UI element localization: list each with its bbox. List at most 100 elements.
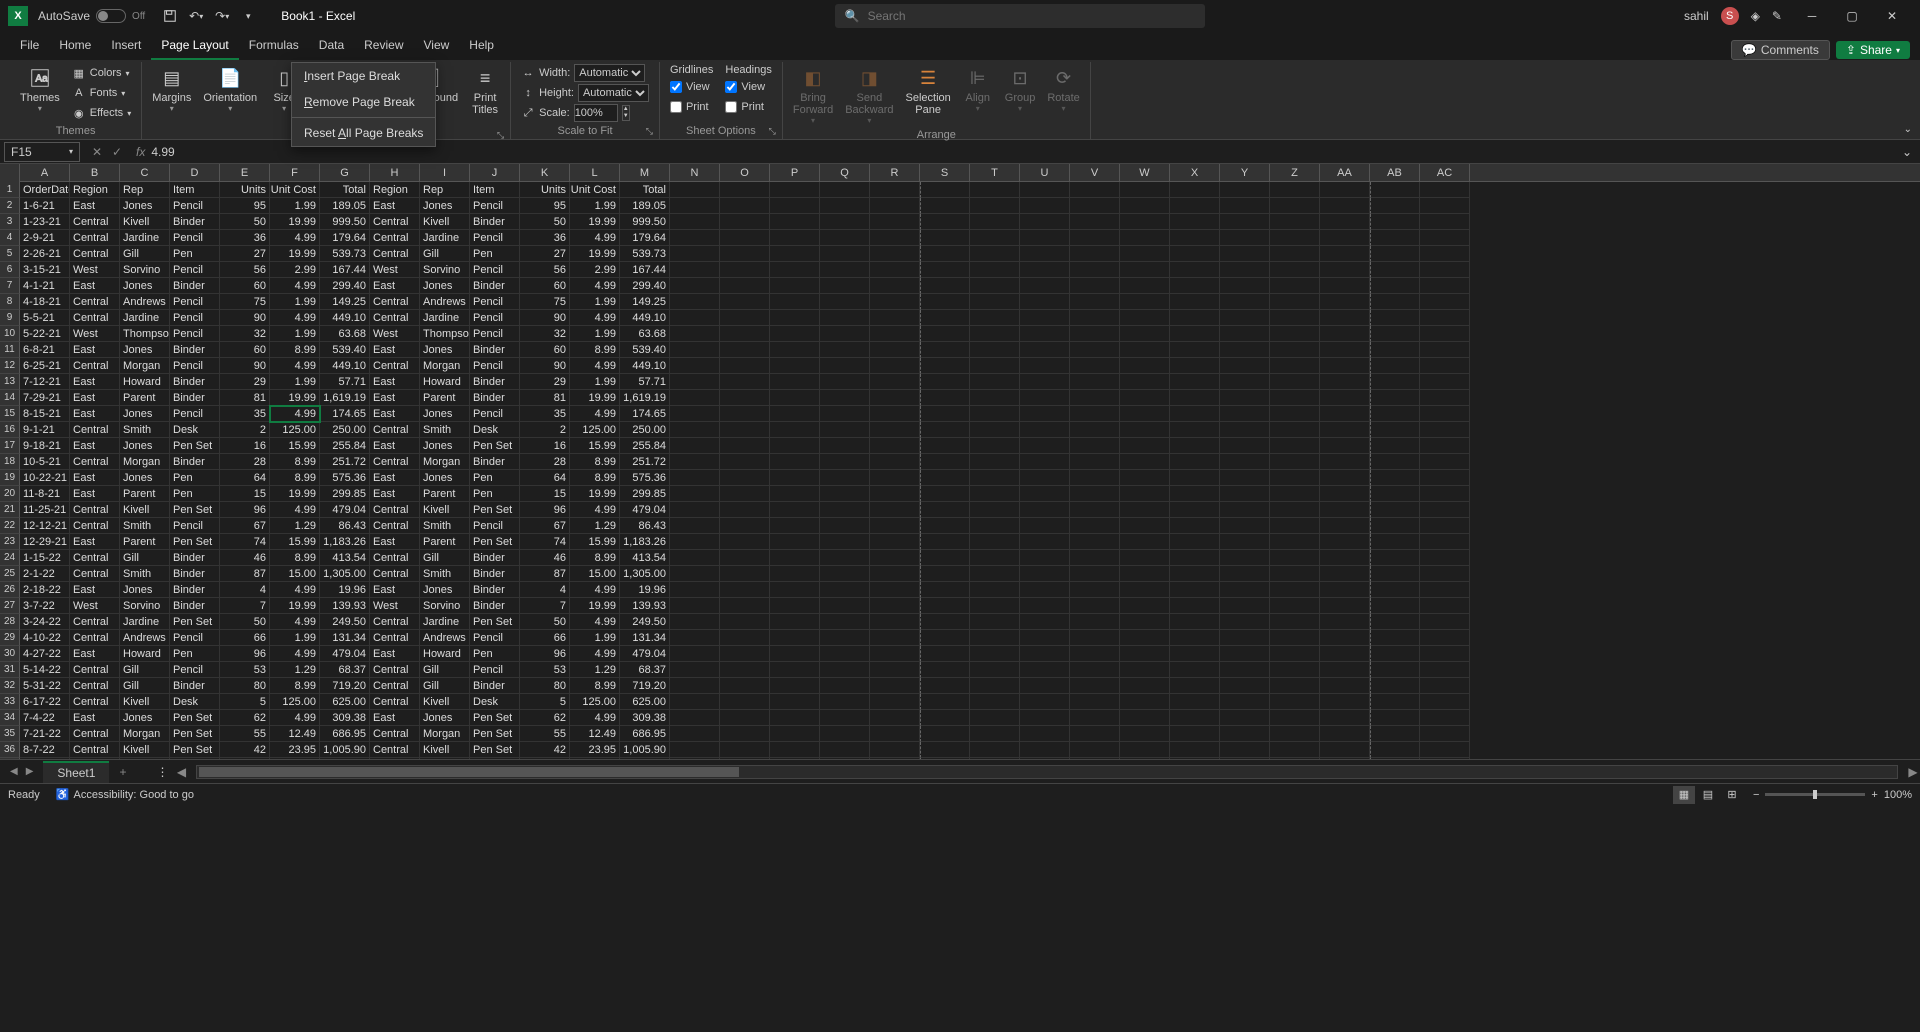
cell[interactable]: Smith xyxy=(420,518,470,534)
cell[interactable]: 5-5-21 xyxy=(20,310,70,326)
cell[interactable] xyxy=(1370,230,1420,246)
cell[interactable]: Thompson xyxy=(120,326,170,342)
cell[interactable]: 15 xyxy=(220,486,270,502)
cell[interactable] xyxy=(920,678,970,694)
cell[interactable]: 449.10 xyxy=(620,358,670,374)
cell[interactable] xyxy=(770,326,820,342)
cell[interactable] xyxy=(970,518,1020,534)
cell[interactable] xyxy=(1220,486,1270,502)
cell[interactable] xyxy=(1070,246,1120,262)
cell[interactable]: 1,305.00 xyxy=(620,566,670,582)
cell[interactable] xyxy=(820,278,870,294)
enter-formula-icon[interactable]: ✓ xyxy=(108,145,126,159)
cell[interactable] xyxy=(670,630,720,646)
cell[interactable]: 825.00 xyxy=(620,758,670,759)
cell[interactable] xyxy=(1170,470,1220,486)
cell[interactable] xyxy=(720,710,770,726)
cell[interactable]: Kivell xyxy=(420,214,470,230)
cell[interactable] xyxy=(870,294,920,310)
cell[interactable]: Jardine xyxy=(420,310,470,326)
orientation-button[interactable]: 📄Orientation▾ xyxy=(199,64,261,115)
cell[interactable]: 5-31-22 xyxy=(20,678,70,694)
cell[interactable] xyxy=(820,502,870,518)
cell[interactable]: Total xyxy=(320,182,370,198)
cell[interactable]: 249.50 xyxy=(320,614,370,630)
cell[interactable]: 35 xyxy=(220,406,270,422)
cell[interactable]: Kivell xyxy=(420,694,470,710)
cell[interactable]: Binder xyxy=(170,342,220,358)
cell[interactable]: Binder xyxy=(470,454,520,470)
name-box-caret-icon[interactable]: ▾ xyxy=(69,147,73,156)
cell[interactable] xyxy=(1370,742,1420,758)
cell[interactable]: 999.50 xyxy=(620,214,670,230)
cell[interactable]: Smith xyxy=(120,518,170,534)
cell[interactable]: East xyxy=(70,582,120,598)
cell[interactable] xyxy=(870,486,920,502)
cell[interactable]: Jones xyxy=(420,470,470,486)
cell[interactable] xyxy=(1220,182,1270,198)
cell[interactable]: East xyxy=(370,374,420,390)
cell[interactable]: West xyxy=(70,598,120,614)
cell[interactable] xyxy=(1070,598,1120,614)
cell[interactable] xyxy=(1270,630,1320,646)
fx-icon[interactable]: fx xyxy=(136,145,145,159)
cell[interactable]: Smith xyxy=(420,422,470,438)
cell[interactable] xyxy=(1170,518,1220,534)
cell[interactable]: 19.99 xyxy=(570,486,620,502)
cell[interactable] xyxy=(670,342,720,358)
cell[interactable]: Jones xyxy=(120,278,170,294)
cell[interactable] xyxy=(1420,662,1470,678)
col-header[interactable]: B xyxy=(70,164,120,182)
cell[interactable]: 125.00 xyxy=(570,422,620,438)
cell[interactable]: Morgan xyxy=(120,726,170,742)
cell[interactable] xyxy=(920,598,970,614)
cell[interactable]: 479.04 xyxy=(620,646,670,662)
cell[interactable]: 75 xyxy=(220,294,270,310)
cell[interactable] xyxy=(720,342,770,358)
col-header[interactable]: A xyxy=(20,164,70,182)
cell[interactable]: Central xyxy=(70,662,120,678)
cell[interactable]: Pen Set xyxy=(470,438,520,454)
cell[interactable]: 8.99 xyxy=(270,470,320,486)
cell[interactable]: 8.99 xyxy=(570,678,620,694)
cell[interactable]: Morgan xyxy=(420,726,470,742)
cell[interactable] xyxy=(1170,374,1220,390)
cell[interactable]: 46 xyxy=(220,550,270,566)
sheet-tab[interactable]: Sheet1 xyxy=(43,761,109,783)
col-header[interactable]: W xyxy=(1120,164,1170,182)
cell[interactable] xyxy=(1320,614,1370,630)
cell[interactable] xyxy=(1370,310,1420,326)
cell[interactable]: 299.85 xyxy=(320,486,370,502)
cell[interactable] xyxy=(1370,710,1420,726)
cell[interactable]: Central xyxy=(370,550,420,566)
cell[interactable]: 299.40 xyxy=(620,278,670,294)
cell[interactable]: Central xyxy=(70,630,120,646)
row-header[interactable]: 31 xyxy=(0,662,20,678)
cell[interactable] xyxy=(1370,550,1420,566)
cell[interactable]: 539.73 xyxy=(620,246,670,262)
cell[interactable] xyxy=(1370,518,1420,534)
cell[interactable] xyxy=(1020,710,1070,726)
cell[interactable] xyxy=(1320,198,1370,214)
cell[interactable] xyxy=(820,182,870,198)
select-all-corner[interactable] xyxy=(0,164,20,182)
cell[interactable]: 309.38 xyxy=(620,710,670,726)
cell[interactable] xyxy=(970,310,1020,326)
cell[interactable]: 4.99 xyxy=(270,582,320,598)
cell[interactable] xyxy=(1420,438,1470,454)
cell[interactable] xyxy=(1270,262,1320,278)
cell[interactable] xyxy=(1320,262,1370,278)
cell[interactable]: 255.84 xyxy=(320,438,370,454)
cell[interactable]: Central xyxy=(370,742,420,758)
cell[interactable] xyxy=(770,390,820,406)
cell[interactable] xyxy=(1370,422,1420,438)
cell[interactable]: 275.00 xyxy=(270,758,320,759)
col-header[interactable]: L xyxy=(570,164,620,182)
normal-view-button[interactable]: ▦ xyxy=(1673,786,1695,804)
cell[interactable] xyxy=(670,534,720,550)
cell[interactable] xyxy=(1170,358,1220,374)
cell[interactable] xyxy=(1270,278,1320,294)
cell[interactable] xyxy=(1420,710,1470,726)
cell[interactable] xyxy=(870,726,920,742)
cell[interactable] xyxy=(1120,678,1170,694)
